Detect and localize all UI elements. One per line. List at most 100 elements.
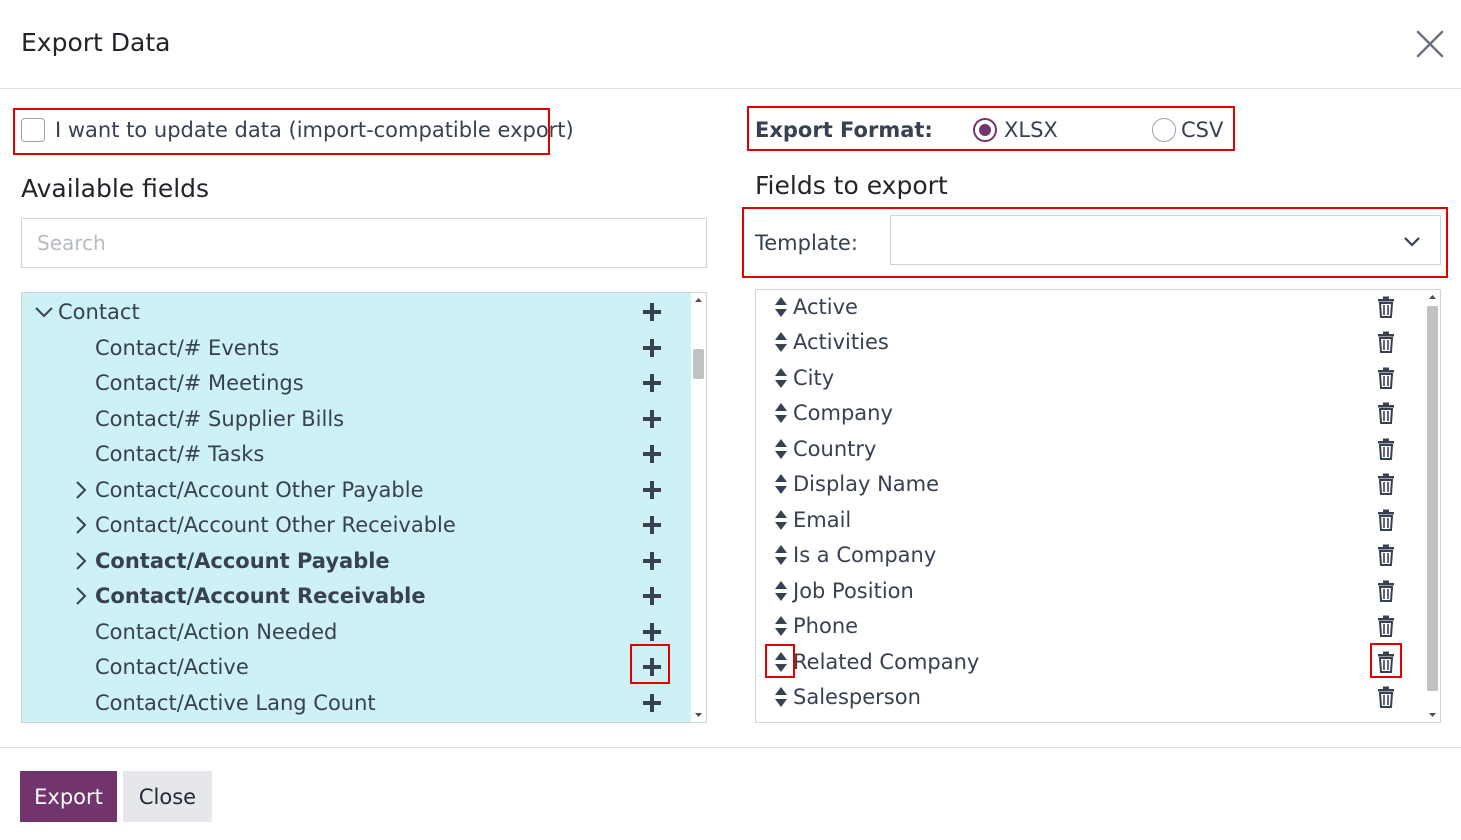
sort-handle-icon[interactable]: [773, 508, 789, 532]
available-fields-title: Available fields: [21, 174, 210, 203]
export-field-row[interactable]: Job Position: [756, 574, 1426, 609]
plus-icon[interactable]: [641, 408, 663, 430]
sort-handle-icon[interactable]: [773, 366, 789, 390]
sort-handle-icon[interactable]: [773, 401, 789, 425]
export-field-row[interactable]: City: [756, 361, 1426, 396]
sort-handle-icon[interactable]: [773, 295, 789, 319]
export-field-row[interactable]: Salesperson: [756, 680, 1426, 715]
available-fields-scrollbar[interactable]: [691, 293, 706, 722]
export-button[interactable]: Export: [20, 771, 117, 822]
close-icon[interactable]: [1415, 29, 1445, 59]
export-field-row[interactable]: Display Name: [756, 467, 1426, 502]
chevron-right-icon[interactable]: [71, 551, 91, 571]
trash-icon[interactable]: [1376, 686, 1396, 708]
plus-icon[interactable]: [641, 514, 663, 536]
template-label: Template:: [755, 231, 858, 255]
scroll-up-icon[interactable]: [691, 293, 706, 307]
plus-icon[interactable]: [641, 301, 663, 323]
field-item-label: Contact/# Tasks: [95, 441, 265, 466]
field-item-contact[interactable]: Contact: [22, 294, 691, 329]
chevron-right-icon[interactable]: [71, 480, 91, 500]
plus-icon[interactable]: [641, 479, 663, 501]
trash-icon[interactable]: [1376, 296, 1396, 318]
plus-icon[interactable]: [641, 443, 663, 465]
field-item[interactable]: Contact/Account Payable: [22, 543, 691, 578]
trash-icon[interactable]: [1376, 331, 1396, 353]
trash-icon[interactable]: [1376, 438, 1396, 460]
sort-handle-icon[interactable]: [773, 579, 789, 603]
sort-handle-icon[interactable]: [773, 543, 789, 567]
chevron-right-icon[interactable]: [71, 515, 91, 535]
trash-icon[interactable]: [1376, 580, 1396, 602]
export-field-row[interactable]: Phone: [756, 609, 1426, 644]
field-item[interactable]: Contact/Action Needed: [22, 614, 691, 649]
trash-icon[interactable]: [1376, 473, 1396, 495]
plus-icon[interactable]: [641, 656, 663, 678]
field-item-label: Contact/# Events: [95, 335, 280, 360]
chevron-right-icon[interactable]: [71, 586, 91, 606]
radio-csv[interactable]: [1152, 118, 1176, 142]
plus-icon[interactable]: [641, 372, 663, 394]
export-field-row[interactable]: Email: [756, 503, 1426, 538]
export-field-label: Country: [793, 437, 877, 461]
export-field-row[interactable]: Activities: [756, 325, 1426, 360]
close-button[interactable]: Close: [123, 771, 212, 822]
export-field-row[interactable]: Active: [756, 290, 1426, 325]
scroll-thumb[interactable]: [693, 349, 704, 379]
field-item[interactable]: Contact/Account Other Receivable: [22, 507, 691, 542]
sort-handle-icon[interactable]: [773, 437, 789, 461]
field-item-label: Contact/Account Other Receivable: [95, 512, 456, 537]
scroll-down-icon[interactable]: [691, 708, 706, 722]
sort-handle-icon[interactable]: [773, 685, 789, 709]
export-field-label: Display Name: [793, 472, 940, 496]
chevron-down-icon[interactable]: [1402, 231, 1422, 251]
field-item-label: Contact/Active: [95, 654, 249, 679]
export-field-row[interactable]: Company: [756, 396, 1426, 431]
sort-handle-icon[interactable]: [773, 614, 789, 638]
trash-icon[interactable]: [1376, 509, 1396, 531]
field-item[interactable]: Contact/Account Other Payable: [22, 472, 691, 507]
dialog-footer: [0, 747, 1461, 840]
plus-icon[interactable]: [641, 621, 663, 643]
field-item[interactable]: Contact/Account Receivable: [22, 578, 691, 613]
trash-icon[interactable]: [1376, 367, 1396, 389]
export-field-row[interactable]: Country: [756, 432, 1426, 467]
scroll-down-icon[interactable]: [1425, 708, 1440, 722]
field-item-contact-active[interactable]: Contact/Active: [22, 649, 691, 684]
template-select[interactable]: [890, 215, 1441, 265]
trash-icon[interactable]: [1376, 544, 1396, 566]
trash-icon[interactable]: [1376, 615, 1396, 637]
field-item[interactable]: Contact/# Events: [22, 330, 691, 365]
import-compatible-option[interactable]: I want to update data (import-compatible…: [21, 114, 574, 146]
search-input[interactable]: [21, 218, 707, 268]
radio-xlsx-label[interactable]: XLSX: [1004, 114, 1058, 146]
radio-csv-label[interactable]: CSV: [1181, 114, 1223, 146]
radio-xlsx[interactable]: [973, 118, 997, 142]
scroll-up-icon[interactable]: [1425, 290, 1440, 304]
plus-icon[interactable]: [641, 337, 663, 359]
chevron-down-icon[interactable]: [34, 302, 54, 322]
field-item[interactable]: Contact/# Tasks: [22, 436, 691, 471]
field-item[interactable]: Contact/# Meetings: [22, 365, 691, 400]
plus-icon[interactable]: [641, 550, 663, 572]
trash-icon[interactable]: [1376, 651, 1396, 673]
field-item[interactable]: Contact/Active Lang Count: [22, 685, 691, 720]
trash-icon[interactable]: [1376, 402, 1396, 424]
field-item-label: Contact/Account Other Payable: [95, 477, 424, 502]
export-field-label: Phone: [793, 614, 859, 638]
sort-handle-icon[interactable]: [773, 650, 789, 674]
plus-icon[interactable]: [641, 692, 663, 714]
dialog-header: Export Data: [0, 0, 1461, 89]
export-field-label: Activities: [793, 330, 889, 354]
plus-icon[interactable]: [641, 585, 663, 607]
sort-handle-icon[interactable]: [773, 330, 789, 354]
export-field-row-related-company[interactable]: Related Company: [756, 645, 1426, 680]
field-item[interactable]: Contact/# Supplier Bills: [22, 401, 691, 436]
fields-to-export-scrollbar[interactable]: [1425, 290, 1440, 722]
sort-handle-icon[interactable]: [773, 472, 789, 496]
field-item-label: Contact/Account Receivable: [95, 583, 426, 608]
export-field-row[interactable]: Is a Company: [756, 538, 1426, 573]
scroll-thumb[interactable]: [1427, 306, 1438, 691]
import-compatible-checkbox[interactable]: [21, 118, 45, 142]
export-field-label: Job Position: [793, 579, 914, 603]
